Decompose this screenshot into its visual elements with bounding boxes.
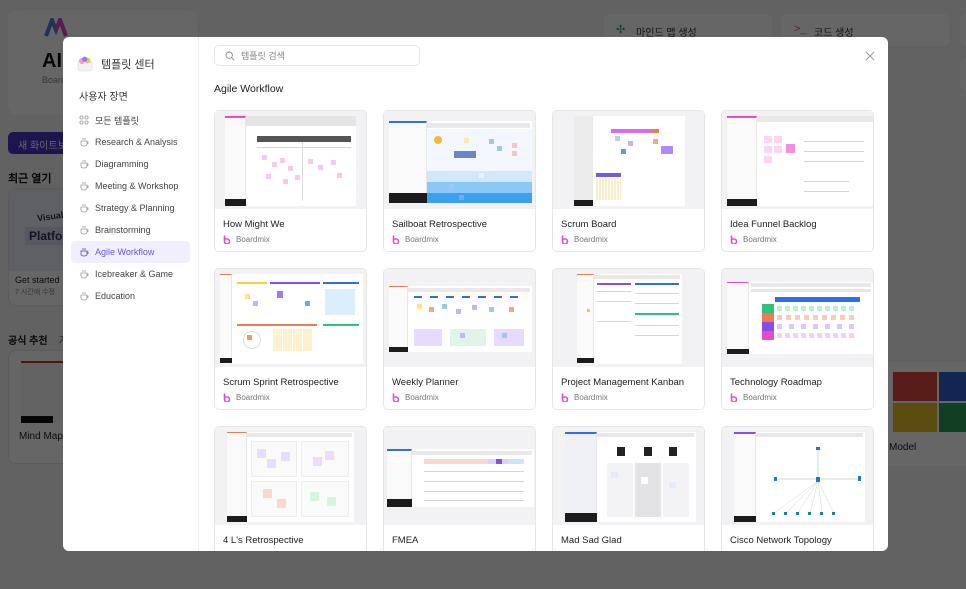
template-author: Boardmix — [722, 232, 873, 244]
template-card-sailboat-retrospective[interactable]: Sailboat Retrospective Boardmix — [383, 110, 536, 252]
grid-icon — [79, 115, 89, 125]
template-title: Scrum Board — [561, 219, 617, 230]
template-card-technology-roadmap[interactable]: Technology Roadmap Boardmix — [721, 268, 874, 410]
network-diagram — [772, 447, 861, 515]
modal-title: 템플릿 센터 — [101, 59, 155, 71]
template-title: Sailboat Retrospective — [392, 219, 488, 230]
template-author: Boardmix — [384, 232, 535, 244]
template-author: Boardmix — [215, 390, 366, 402]
boardmix-logo-icon — [561, 235, 569, 244]
modal-header: 템플릿 센터 — [71, 53, 190, 75]
template-center-modal: 템플릿 센터 사용자 장면 모든 템플릿 Research & Analysis… — [63, 37, 888, 551]
cup-icon — [79, 137, 89, 147]
template-center-icon — [77, 56, 93, 72]
template-grid: How Might We Boardmix Sailboat Retrospec… — [214, 110, 888, 551]
template-title: How Might We — [223, 219, 285, 230]
template-title: Project Management Kanban — [561, 377, 685, 388]
template-author: Boardmix — [384, 390, 535, 402]
cup-icon — [79, 269, 89, 279]
template-card-scrum-sprint-retrospective[interactable]: Scrum Sprint Retrospective Boardmix — [214, 268, 367, 410]
template-sidebar: 템플릿 센터 사용자 장면 모든 템플릿 Research & Analysis… — [63, 37, 199, 551]
template-author: Boardmix — [384, 548, 535, 551]
template-thumbnail — [553, 427, 704, 525]
close-icon[interactable] — [864, 50, 876, 62]
template-author: Boardmix — [553, 548, 704, 551]
template-author: Boardmix — [553, 390, 704, 402]
sidebar-item-label: Agile Workflow — [95, 247, 155, 257]
section-title: Agile Workflow — [214, 83, 284, 95]
template-thumbnail — [215, 111, 366, 209]
boardmix-logo-icon — [730, 235, 738, 244]
sidebar-item-brainstorming[interactable]: Brainstorming — [71, 219, 190, 241]
cup-icon — [79, 291, 89, 301]
template-title: 4 L's Retrospective — [223, 535, 304, 546]
template-card-scrum-board[interactable]: Scrum Board Boardmix — [552, 110, 705, 252]
template-search[interactable] — [214, 45, 420, 66]
sidebar-section-label: 사용자 장면 — [79, 92, 128, 103]
boardmix-logo-icon — [392, 235, 400, 244]
sidebar-item-education[interactable]: Education — [71, 285, 190, 307]
template-title: Scrum Sprint Retrospective — [223, 377, 339, 388]
sidebar-item-label: Strategy & Planning — [95, 203, 175, 213]
template-card-cisco-network-topology[interactable]: Cisco Network Topology Boardmix — [721, 426, 874, 551]
sidebar-item-label: Meeting & Workshop — [95, 181, 179, 191]
sidebar-item-agile-workflow[interactable]: Agile Workflow — [71, 241, 190, 263]
template-card-project-management-kanban[interactable]: Project Management Kanban Boardmix — [552, 268, 705, 410]
cup-icon — [79, 159, 89, 169]
sidebar-item-label: Education — [95, 291, 136, 301]
template-title: Technology Roadmap — [730, 377, 822, 388]
template-thumbnail — [553, 269, 704, 367]
template-thumbnail — [215, 269, 366, 367]
template-thumbnail — [215, 427, 366, 525]
boardmix-logo-icon — [392, 393, 400, 402]
boardmix-logo-icon — [561, 393, 569, 402]
template-thumbnail — [722, 269, 873, 367]
sidebar-item-label: Brainstorming — [95, 225, 151, 235]
sidebar-item-label: Research & Analysis — [95, 137, 178, 147]
template-card-4ls-retrospective[interactable]: 4 L's Retrospective Boardmix — [214, 426, 367, 551]
template-card-fmea[interactable]: FMEA Boardmix — [383, 426, 536, 551]
template-title: Weekly Planner — [392, 377, 459, 388]
sidebar-item-label: 모든 템플릿 — [95, 115, 139, 126]
template-title: FMEA — [392, 535, 419, 546]
boardmix-logo-icon — [223, 235, 231, 244]
template-thumbnail — [384, 269, 535, 367]
search-icon — [225, 51, 235, 61]
sidebar-item-label: Icebreaker & Game — [95, 269, 174, 279]
template-thumbnail — [384, 111, 535, 209]
search-input[interactable] — [241, 50, 411, 61]
template-card-weekly-planner[interactable]: Weekly Planner Boardmix — [383, 268, 536, 410]
sidebar-item-label: Diagramming — [95, 159, 149, 169]
template-title: Idea Funnel Backlog — [730, 219, 817, 230]
sidebar-item-icebreaker-game[interactable]: Icebreaker & Game — [71, 263, 190, 285]
sidebar-item-strategy-planning[interactable]: Strategy & Planning — [71, 197, 190, 219]
template-title: Cisco Network Topology — [730, 535, 832, 546]
template-title: Mad Sad Glad — [561, 535, 622, 546]
template-card-idea-funnel-backlog[interactable]: Idea Funnel Backlog Boardmix — [721, 110, 874, 252]
template-thumbnail — [384, 427, 535, 525]
cup-icon — [79, 247, 89, 257]
template-card-mad-sad-glad[interactable]: Mad Sad Glad Boardmix — [552, 426, 705, 551]
sidebar-item-research-analysis[interactable]: Research & Analysis — [71, 131, 190, 153]
cup-icon — [79, 225, 89, 235]
boardmix-logo-icon — [223, 393, 231, 402]
template-author: Boardmix — [215, 232, 366, 244]
template-main: Agile Workflow — [199, 37, 888, 551]
template-thumbnail — [553, 111, 704, 209]
template-author: Boardmix — [722, 390, 873, 402]
template-author: Boardmix — [215, 548, 366, 551]
sidebar-item-all-templates[interactable]: 모든 템플릿 — [71, 109, 190, 131]
template-card-how-might-we[interactable]: How Might We Boardmix — [214, 110, 367, 252]
template-author: Boardmix — [722, 548, 873, 551]
template-author: Boardmix — [553, 232, 704, 244]
template-thumbnail — [722, 427, 873, 525]
sidebar-item-meeting-workshop[interactable]: Meeting & Workshop — [71, 175, 190, 197]
cup-icon — [79, 203, 89, 213]
template-thumbnail — [722, 111, 873, 209]
cup-icon — [79, 181, 89, 191]
boardmix-logo-icon — [730, 393, 738, 402]
sidebar-item-diagramming[interactable]: Diagramming — [71, 153, 190, 175]
